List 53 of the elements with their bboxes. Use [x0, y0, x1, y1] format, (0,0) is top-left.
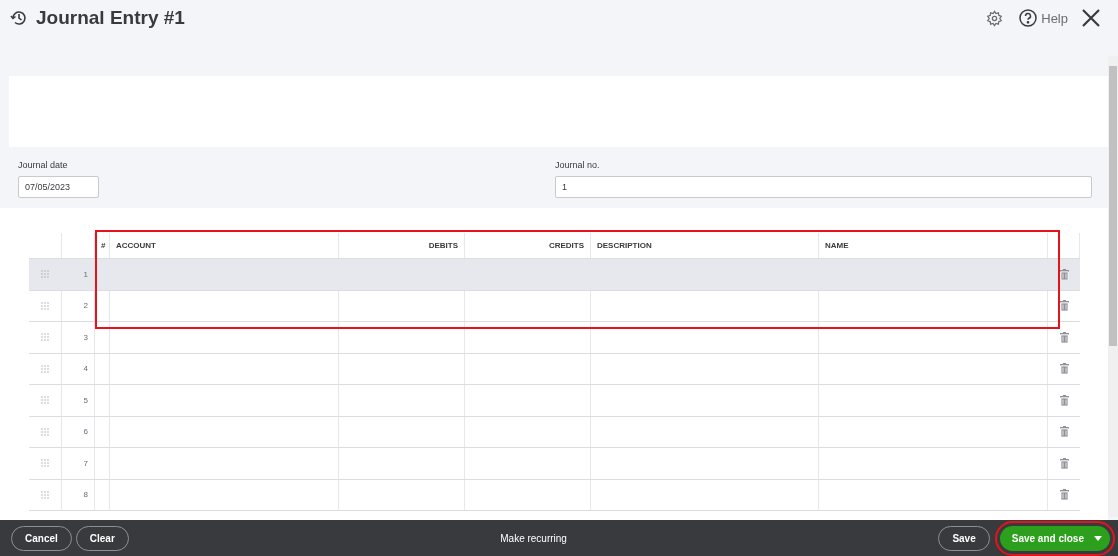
field-label: Journal no.	[555, 160, 601, 170]
settings-button[interactable]	[986, 9, 1004, 27]
table-row[interactable]: 4	[29, 353, 1080, 385]
table-row[interactable]: 3	[29, 322, 1080, 354]
table-row[interactable]: 7	[29, 448, 1080, 480]
trash-icon[interactable]	[1059, 426, 1069, 438]
table-row[interactable]: 8	[29, 479, 1080, 511]
row-number: 7	[83, 458, 88, 468]
drag-handle-icon[interactable]	[41, 459, 49, 468]
row-number: 6	[83, 427, 88, 437]
drag-handle-icon[interactable]	[41, 333, 49, 342]
make-recurring-link[interactable]: Make recurring	[132, 531, 935, 545]
column-header: CREDITS	[548, 241, 584, 250]
column-header: DESCRIPTION	[597, 241, 652, 250]
caret-icon	[1094, 535, 1102, 541]
help-icon	[1019, 9, 1038, 27]
drag-handle-icon[interactable]	[41, 490, 49, 499]
text-field[interactable]: 07/05/2023	[18, 176, 99, 198]
drag-handle-icon[interactable]	[41, 301, 49, 310]
drag-handle-icon[interactable]	[41, 270, 49, 279]
history-clock-icon	[10, 9, 28, 27]
table-row[interactable]: 2	[29, 290, 1080, 322]
row-number: 2	[83, 301, 88, 311]
row-number: 4	[83, 364, 88, 374]
row-number: 1	[83, 269, 88, 279]
trash-icon[interactable]	[1059, 394, 1069, 406]
table-row[interactable]: 1	[29, 259, 1080, 291]
trash-icon[interactable]	[1059, 457, 1069, 469]
close-button[interactable]	[1082, 9, 1100, 27]
settings-icon	[986, 9, 1004, 27]
help-button[interactable]: Help	[1019, 9, 1068, 27]
row-number: 5	[83, 395, 88, 405]
row-number: 8	[83, 490, 88, 500]
close-icon	[1082, 9, 1100, 27]
scrollbar[interactable]	[1108, 56, 1118, 517]
table-row[interactable]: 6	[29, 416, 1080, 448]
column-header: ACCOUNT	[116, 241, 156, 250]
trash-icon[interactable]	[1059, 300, 1069, 312]
field-label: Journal date	[18, 160, 69, 170]
trash-icon[interactable]	[1059, 489, 1069, 501]
row-number: 3	[83, 332, 88, 342]
window-title: Journal Entry #1	[36, 7, 186, 29]
column-header: DEBITS	[428, 241, 458, 250]
column-header: NAME	[825, 241, 849, 250]
trash-icon[interactable]	[1059, 268, 1069, 280]
trash-icon[interactable]	[1059, 331, 1069, 343]
table-row[interactable]: 5	[29, 385, 1080, 417]
drag-handle-icon[interactable]	[41, 396, 49, 405]
drag-handle-icon[interactable]	[41, 427, 49, 436]
drag-handle-icon[interactable]	[41, 364, 49, 373]
text-field[interactable]: 1	[555, 176, 1092, 198]
column-header: #	[101, 241, 106, 250]
trash-icon[interactable]	[1059, 363, 1069, 375]
